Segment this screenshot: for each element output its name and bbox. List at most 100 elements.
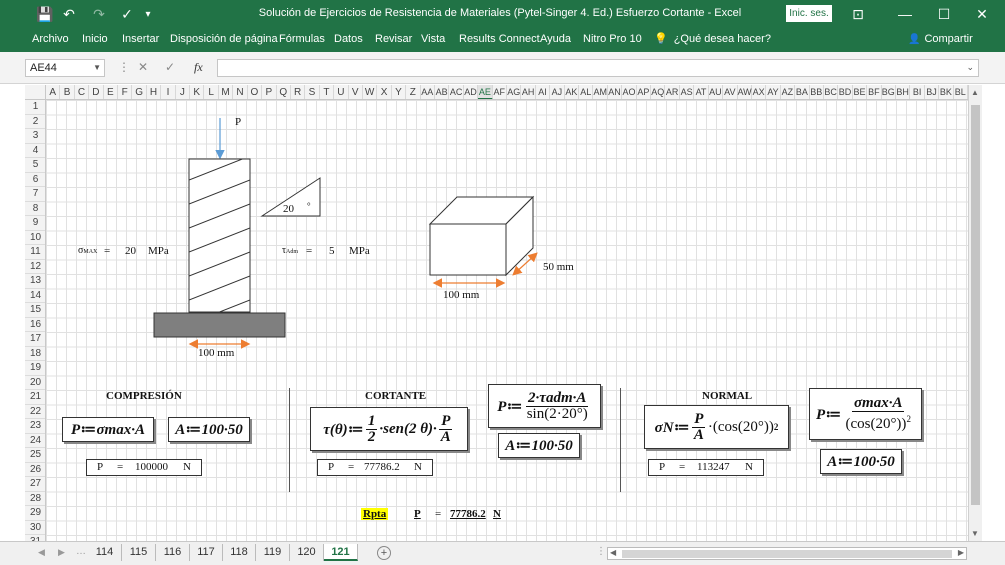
sheet-prev-icon[interactable]: ◀	[38, 547, 45, 558]
scroll-down-icon[interactable]: ▼	[971, 529, 979, 538]
column-header[interactable]: AR	[665, 85, 680, 99]
column-header[interactable]: AJ	[550, 85, 565, 99]
row-header[interactable]: 13	[25, 274, 45, 289]
scroll-left-icon[interactable]: ◀	[610, 548, 616, 557]
expand-formula-icon[interactable]: ⌄	[966, 62, 974, 73]
tab-split-handle[interactable]: ⋮	[596, 546, 606, 557]
column-header[interactable]: AU	[709, 85, 724, 99]
compresion-formula-a[interactable]: A≔100·50	[168, 417, 250, 442]
sheet-tab[interactable]: 115	[122, 544, 156, 561]
row-header[interactable]: 14	[25, 289, 45, 303]
row-header[interactable]: 4	[25, 144, 45, 158]
tell-me-box[interactable]: 💡 ¿Qué desea hacer?	[654, 32, 771, 46]
column-header[interactable]: AS	[680, 85, 695, 99]
tab-revisar[interactable]: Revisar	[375, 33, 412, 45]
ribbon-display-options-icon[interactable]: ⊡	[838, 0, 878, 28]
column-header[interactable]: AC	[449, 85, 464, 99]
column-header[interactable]: AX	[752, 85, 767, 99]
column-header[interactable]: BA	[795, 85, 810, 99]
column-header[interactable]: N	[233, 85, 248, 99]
tab-insertar[interactable]: Insertar	[122, 33, 159, 45]
column-header[interactable]: AW	[738, 85, 752, 99]
tab-datos[interactable]: Datos	[334, 33, 363, 45]
customize-qat-icon[interactable]: ▾	[142, 0, 154, 28]
column-header[interactable]: BJ	[925, 85, 940, 99]
column-header[interactable]: R	[291, 85, 306, 99]
column-header[interactable]: AI	[536, 85, 551, 99]
horizontal-scrollbar[interactable]: ◀ ▶	[607, 547, 967, 560]
column-header[interactable]: U	[334, 85, 349, 99]
column-header[interactable]: Z	[406, 85, 421, 99]
tab-inicio[interactable]: Inicio	[82, 33, 108, 45]
column-header[interactable]: AN	[608, 85, 623, 99]
add-sheet-button[interactable]: +	[377, 546, 391, 560]
vertical-scrollbar[interactable]: ▲ ▼	[968, 85, 982, 541]
column-header[interactable]: D	[89, 85, 104, 99]
column-header[interactable]: AL	[579, 85, 594, 99]
normal-formula-sigma[interactable]: σN≔ PA ·(cos(20°)) 2	[644, 405, 789, 449]
tab-ayuda[interactable]: Ayuda	[540, 33, 571, 45]
column-header[interactable]: BG	[882, 85, 896, 99]
row-header[interactable]: 18	[25, 347, 45, 361]
column-header[interactable]: A	[46, 85, 61, 99]
name-box[interactable]: AE44 ▼	[25, 59, 105, 77]
normal-formula-p[interactable]: P≔ σmax·A (cos(20°))2	[809, 388, 922, 440]
tab-nitro[interactable]: Nitro Pro 10	[583, 33, 642, 45]
column-header[interactable]: AM	[593, 85, 608, 99]
row-header[interactable]: 20	[25, 376, 45, 390]
compresion-result[interactable]: P = 100000 N	[86, 459, 202, 476]
row-header[interactable]: 5	[25, 158, 45, 173]
column-header[interactable]: V	[349, 85, 363, 99]
column-header[interactable]: P	[262, 85, 277, 99]
row-header[interactable]: 7	[25, 187, 45, 202]
row-header[interactable]: 15	[25, 303, 45, 318]
column-header[interactable]: AA	[421, 85, 435, 99]
column-header[interactable]: AH	[521, 85, 536, 99]
row-header[interactable]: 29	[25, 506, 45, 521]
column-header[interactable]: AO	[622, 85, 637, 99]
column-header[interactable]: C	[75, 85, 90, 99]
row-header[interactable]: 11	[25, 245, 45, 260]
row-header[interactable]: 30	[25, 521, 45, 535]
cortante-formula-p[interactable]: P≔ 2·τadm·A sin(2·20°)	[488, 384, 601, 428]
tab-disposicion[interactable]: Disposición de página	[170, 33, 278, 45]
column-header[interactable]: AZ	[781, 85, 796, 99]
select-all-corner[interactable]	[25, 85, 46, 100]
save-icon[interactable]: 💾	[36, 0, 54, 28]
column-header[interactable]: AK	[565, 85, 580, 99]
row-header[interactable]: 1	[25, 100, 45, 115]
tab-formulas[interactable]: Fórmulas	[279, 33, 325, 45]
cortante-result[interactable]: P = 77786.2 N	[317, 459, 433, 476]
column-header[interactable]: F	[118, 85, 133, 99]
row-header[interactable]: 22	[25, 405, 45, 419]
row-header[interactable]: 12	[25, 260, 45, 274]
column-header[interactable]: BK	[939, 85, 954, 99]
spelling-icon[interactable]: ✓	[118, 0, 136, 28]
column-header[interactable]: BC	[824, 85, 839, 99]
column-header[interactable]: L	[204, 85, 219, 99]
column-header[interactable]: AE	[478, 85, 493, 99]
row-header[interactable]: 9	[25, 216, 45, 231]
column-header[interactable]: AQ	[651, 85, 666, 99]
insert-function-icon[interactable]: fx	[194, 60, 203, 75]
minimize-icon[interactable]: —	[885, 0, 925, 28]
column-header[interactable]: AB	[435, 85, 450, 99]
sheet-tab[interactable]: 116	[156, 544, 190, 561]
row-header[interactable]: 24	[25, 434, 45, 448]
row-header[interactable]: 6	[25, 173, 45, 187]
column-header[interactable]: Y	[392, 85, 407, 99]
column-header[interactable]: W	[363, 85, 378, 99]
column-header[interactable]: O	[248, 85, 263, 99]
row-header[interactable]: 3	[25, 129, 45, 144]
column-header[interactable]: AG	[507, 85, 522, 99]
column-header[interactable]: BI	[910, 85, 925, 99]
compresion-formula-p[interactable]: P≔σmax·A	[62, 417, 154, 442]
scroll-up-icon[interactable]: ▲	[971, 88, 979, 97]
column-header[interactable]: G	[132, 85, 147, 99]
cortante-formula-tau[interactable]: τ(θ)≔ 12 ·sen(2 θ)· PA	[310, 407, 468, 451]
row-header[interactable]: 10	[25, 231, 45, 245]
column-header[interactable]: BD	[838, 85, 853, 99]
row-header[interactable]: 21	[25, 390, 45, 405]
tab-vista[interactable]: Vista	[421, 33, 445, 45]
scroll-right-icon[interactable]: ▶	[958, 548, 964, 557]
